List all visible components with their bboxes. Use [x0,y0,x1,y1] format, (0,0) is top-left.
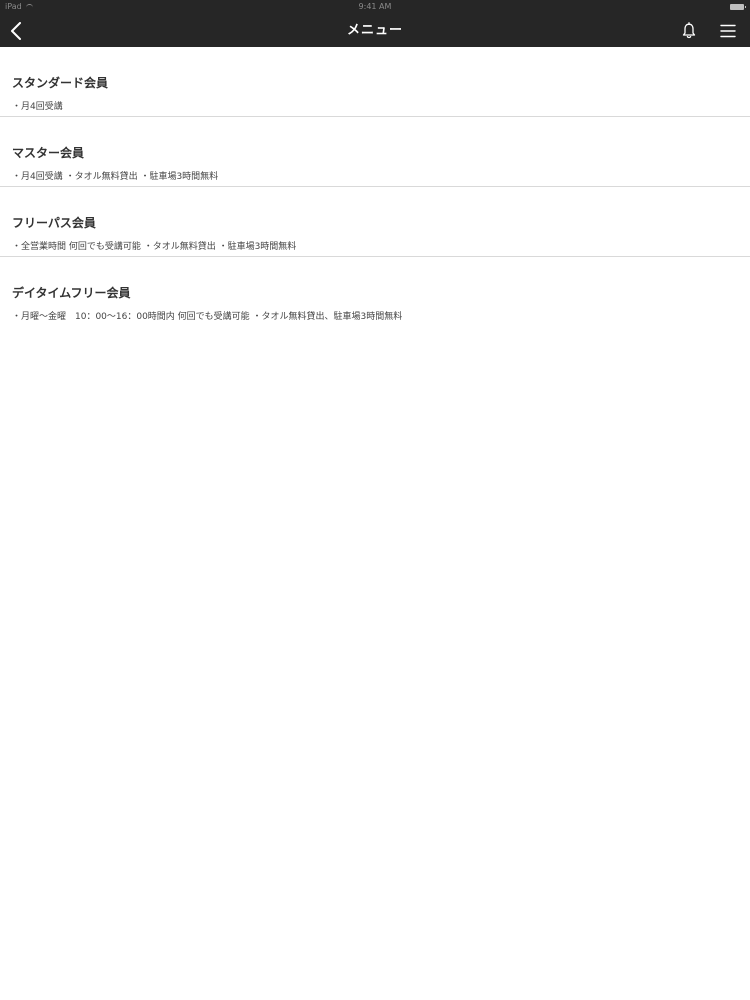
status-time: 9:41 AM [358,2,392,11]
plan-item-free-pass[interactable]: フリーパス会員 ・全営業時間 何回でも受講可能 ・タオル無料貸出 ・駐車場3時間… [0,187,750,257]
plan-item-daytime-free[interactable]: デイタイムフリー会員 ・月曜～金曜 10：00～16：00時間内 何回でも受講可… [0,257,750,327]
plan-name: フリーパス会員 [12,216,96,230]
app-window: iPad 9:41 AM メニュー スタンダード会員 ・月4回受講 マスター会員… [0,0,750,1000]
plan-name: デイタイムフリー会員 [12,286,131,300]
nav-bar: メニュー [0,14,750,47]
plan-item-standard[interactable]: スタンダード会員 ・月4回受講 [0,47,750,117]
plan-item-master[interactable]: マスター会員 ・月4回受講 ・タオル無料貸出 ・駐車場3時間無料 [0,117,750,187]
menu-button[interactable] [716,19,740,43]
back-button[interactable] [4,18,28,44]
plan-name: マスター会員 [12,146,85,160]
plan-description: ・月4回受講 [12,102,63,112]
chevron-left-icon [11,22,21,40]
hamburger-menu-icon [720,24,736,38]
plan-description: ・月4回受講 ・タオル無料貸出 ・駐車場3時間無料 [12,172,219,182]
battery-icon [730,4,746,10]
notification-button[interactable] [678,19,700,43]
page-title: メニュー [346,23,403,38]
status-bar: iPad 9:41 AM [0,0,750,14]
plan-name: スタンダード会員 [12,76,109,90]
bell-icon [682,22,696,39]
plan-list: スタンダード会員 ・月4回受講 マスター会員 ・月4回受講 ・タオル無料貸出 ・… [0,47,750,327]
plan-description: ・全営業時間 何回でも受講可能 ・タオル無料貸出 ・駐車場3時間無料 [12,242,297,252]
plan-description: ・月曜～金曜 10：00～16：00時間内 何回でも受講可能 ・タオル無料貸出、… [12,312,403,322]
